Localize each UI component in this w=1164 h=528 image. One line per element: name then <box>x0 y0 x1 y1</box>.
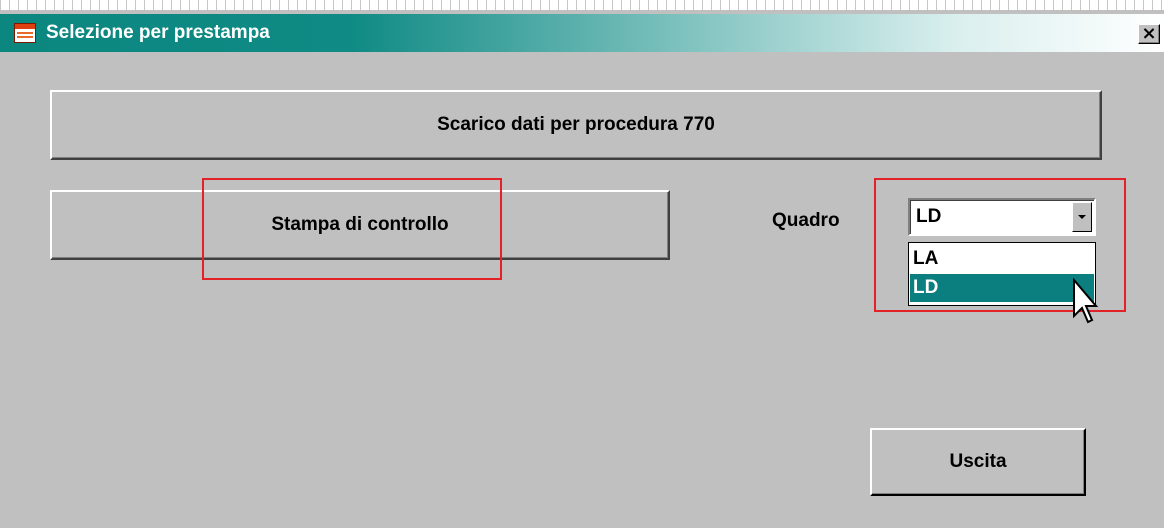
title-bar[interactable]: Selezione per prestampa × <box>0 14 1164 52</box>
uscita-button[interactable]: Uscita <box>870 428 1086 496</box>
window-title: Selezione per prestampa <box>46 22 270 43</box>
quadro-label: Quadro <box>772 210 840 231</box>
annotation-box-stampa <box>202 178 502 280</box>
scarico-dati-label: Scarico dati per procedura 770 <box>437 114 715 135</box>
mouse-pointer-icon <box>1073 278 1099 324</box>
close-icon: × <box>1141 23 1157 44</box>
window-icon[interactable] <box>14 23 36 43</box>
scarico-dati-button[interactable]: Scarico dati per procedura 770 <box>50 90 1102 160</box>
close-button[interactable]: × <box>1138 24 1160 44</box>
dialog-window: Selezione per prestampa × Scarico dati p… <box>0 10 1164 528</box>
uscita-label: Uscita <box>949 451 1007 472</box>
background-window-strip <box>0 0 1164 10</box>
